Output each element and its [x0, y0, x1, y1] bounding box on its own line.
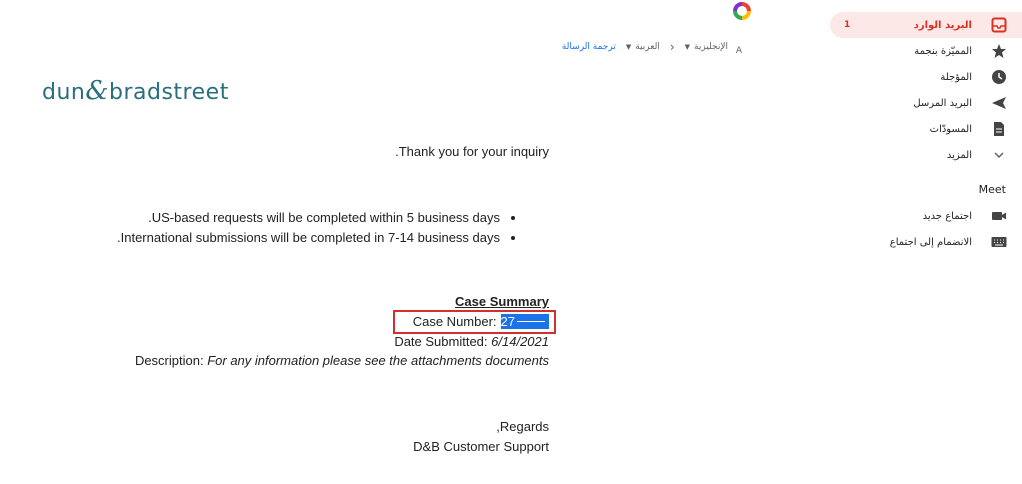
sidebar-item-inbox[interactable]: البريد الوارد 1: [830, 12, 1022, 38]
translate-icon: 文A: [734, 40, 750, 54]
account-avatar-icon[interactable]: [733, 2, 751, 20]
logo-text-right: bradstreet: [109, 80, 229, 105]
chevron-down-icon: [990, 146, 1008, 164]
meet-section-title: Meet: [978, 183, 1006, 196]
source-language-label: الإنجليزية: [694, 42, 728, 52]
logo-ampersand: &: [85, 76, 110, 106]
date-label: Date Submitted:: [394, 334, 488, 349]
translate-bar: 文A الإنجليزية ▼ ‹ العربية ▼ ترجمة الرسال…: [536, 38, 750, 56]
source-language-select[interactable]: الإنجليزية ▼: [685, 42, 728, 52]
case-summary-title: Case Summary: [455, 294, 549, 309]
greeting-text: Thank you for your inquiry.: [395, 144, 549, 159]
sidebar-item-label: البريد الوارد: [913, 19, 972, 31]
arrow-icon: ‹: [669, 40, 675, 54]
sidebar-item-label: الانضمام إلى اجتماع: [889, 236, 972, 248]
description-value: For any information please see the attac…: [207, 353, 549, 368]
sidebar-item-label: المميّزة بنجمة: [914, 45, 972, 57]
dun-bradstreet-logo: dun&bradstreet: [42, 76, 229, 106]
translate-message-link[interactable]: ترجمة الرسالة: [562, 42, 616, 52]
sidebar-item-join-meeting[interactable]: الانضمام إلى اجتماع: [830, 229, 1022, 255]
case-number-label: Case Number:: [412, 314, 497, 329]
inbox-icon: [990, 16, 1008, 34]
logo-text-left: dun: [42, 80, 86, 105]
svg-text:A: A: [736, 46, 743, 54]
target-language-label: العربية: [635, 42, 660, 52]
signature-text: D&B Customer Support: [413, 439, 549, 454]
sidebar-item-label: اجتماع جديد: [922, 210, 972, 222]
send-icon: [990, 94, 1008, 112]
sidebar-item-starred[interactable]: المميّزة بنجمة: [830, 38, 1022, 64]
sidebar-item-snoozed[interactable]: المؤجلة: [830, 64, 1022, 90]
case-number-value[interactable]: 27: [500, 314, 549, 329]
target-language-select[interactable]: العربية ▼: [626, 42, 660, 52]
unread-count-badge: 1: [844, 20, 851, 30]
keyboard-icon: [990, 233, 1008, 251]
case-number-row: Case Number: 27: [413, 314, 549, 329]
star-icon: [990, 42, 1008, 60]
date-submitted-row: Date Submitted: 6/14/2021: [394, 334, 549, 349]
sidebar-item-drafts[interactable]: المسودّات: [830, 116, 1022, 142]
date-value: 6/14/2021: [491, 334, 549, 349]
sidebar-item-label: المسودّات: [929, 123, 972, 135]
caret-down-icon: ▼: [684, 43, 691, 51]
sidebar-item-label: المؤجلة: [940, 71, 972, 83]
description-row: Description: For any information please …: [135, 353, 549, 368]
case-number-text: 27: [500, 314, 515, 329]
caret-down-icon: ▼: [625, 43, 632, 51]
sidebar-item-sent[interactable]: البريد المرسل: [830, 90, 1022, 116]
info-bullet-list: US-based requests will be completed with…: [100, 208, 520, 248]
sidebar-item-new-meeting[interactable]: اجتماع جديد: [830, 203, 1022, 229]
sidebar-item-label: المزيد: [946, 149, 972, 161]
regards-text: Regards,: [496, 419, 549, 434]
sidebar-item-more[interactable]: المزيد: [830, 142, 1022, 168]
description-label: Description:: [134, 353, 204, 368]
bullet-item: US-based requests will be completed with…: [100, 208, 500, 228]
clock-icon: [990, 68, 1008, 86]
bullet-item: International submissions will be comple…: [100, 228, 500, 248]
sidebar: البريد الوارد 1 المميّزة بنجمة المؤجلة ا…: [822, 8, 1022, 484]
sidebar-item-label: البريد المرسل: [913, 97, 972, 109]
video-icon: [990, 207, 1008, 225]
draft-icon: [990, 120, 1008, 138]
